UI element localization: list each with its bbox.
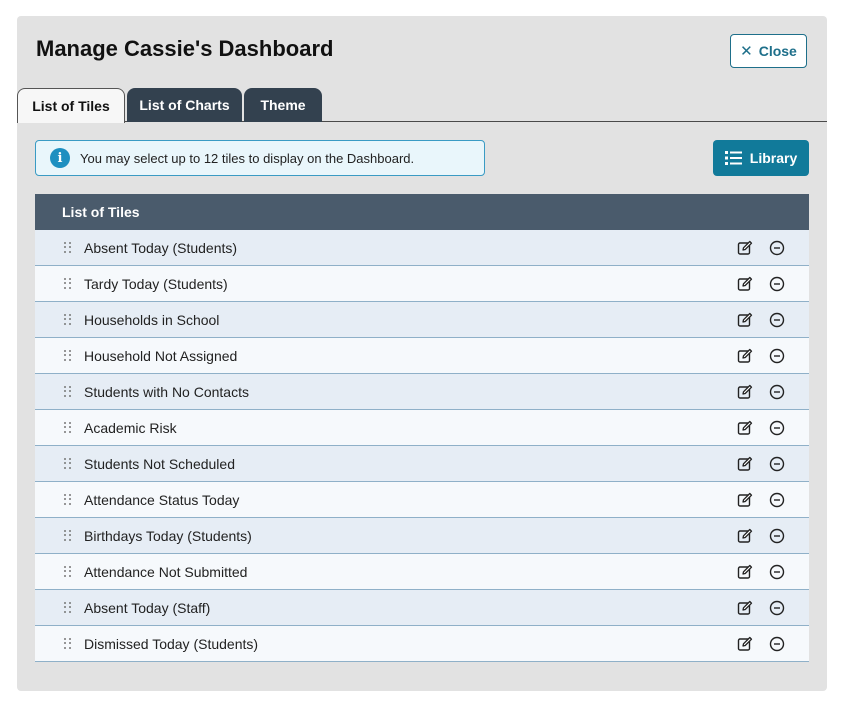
remove-icon[interactable] bbox=[769, 420, 785, 436]
drag-handle-icon[interactable] bbox=[64, 385, 72, 398]
remove-icon[interactable] bbox=[769, 636, 785, 652]
drag-handle-icon[interactable] bbox=[64, 493, 72, 506]
edit-icon[interactable] bbox=[737, 276, 753, 292]
close-icon: ✕ bbox=[740, 42, 753, 60]
library-button[interactable]: Library bbox=[713, 140, 809, 176]
edit-icon[interactable] bbox=[737, 600, 753, 616]
drag-handle-icon[interactable] bbox=[64, 457, 72, 470]
edit-icon[interactable] bbox=[737, 312, 753, 328]
remove-icon[interactable] bbox=[769, 528, 785, 544]
drag-handle-icon[interactable] bbox=[64, 421, 72, 434]
remove-icon[interactable] bbox=[769, 312, 785, 328]
list-item[interactable]: Students with No Contacts bbox=[35, 374, 809, 410]
list-item[interactable]: Students Not Scheduled bbox=[35, 446, 809, 482]
drag-handle-icon[interactable] bbox=[64, 241, 72, 254]
edit-icon[interactable] bbox=[737, 636, 753, 652]
list-item[interactable]: Academic Risk bbox=[35, 410, 809, 446]
remove-icon[interactable] bbox=[769, 564, 785, 580]
remove-icon[interactable] bbox=[769, 492, 785, 508]
tab-theme[interactable]: Theme bbox=[244, 88, 322, 122]
tile-label: Attendance Not Submitted bbox=[84, 563, 248, 580]
dashboard-dialog: Manage Cassie's Dashboard ✕ Close List o… bbox=[17, 16, 827, 691]
info-banner: i You may select up to 12 tiles to displ… bbox=[35, 140, 485, 176]
list-icon bbox=[724, 151, 742, 165]
list-item[interactable]: Attendance Not Submitted bbox=[35, 554, 809, 590]
tile-label: Absent Today (Students) bbox=[84, 239, 238, 256]
remove-icon[interactable] bbox=[769, 600, 785, 616]
remove-icon[interactable] bbox=[769, 384, 785, 400]
edit-icon[interactable] bbox=[737, 348, 753, 364]
tab-list-of-tiles[interactable]: List of Tiles bbox=[17, 88, 125, 123]
edit-icon[interactable] bbox=[737, 420, 753, 436]
list-item[interactable]: Attendance Status Today bbox=[35, 482, 809, 518]
tile-label: Dismissed Today (Students) bbox=[84, 635, 259, 652]
info-text: You may select up to 12 tiles to display… bbox=[80, 150, 415, 166]
drag-handle-icon[interactable] bbox=[64, 601, 72, 614]
edit-icon[interactable] bbox=[737, 528, 753, 544]
list-item[interactable]: Tardy Today (Students) bbox=[35, 266, 809, 302]
tile-label: Tardy Today (Students) bbox=[84, 275, 228, 292]
tile-label: Household Not Assigned bbox=[84, 347, 238, 364]
close-label: Close bbox=[758, 43, 797, 59]
dialog-title: Manage Cassie's Dashboard bbox=[36, 36, 334, 61]
tab-list-of-charts[interactable]: List of Charts bbox=[127, 88, 242, 122]
close-button[interactable]: ✕ Close bbox=[730, 34, 807, 68]
remove-icon[interactable] bbox=[769, 348, 785, 364]
tile-label: Birthdays Today (Students) bbox=[84, 527, 252, 544]
drag-handle-icon[interactable] bbox=[64, 565, 72, 578]
remove-icon[interactable] bbox=[769, 276, 785, 292]
edit-icon[interactable] bbox=[737, 240, 753, 256]
tile-label: Households in School bbox=[84, 311, 220, 328]
tile-label: Attendance Status Today bbox=[84, 491, 240, 508]
drag-handle-icon[interactable] bbox=[64, 349, 72, 362]
drag-handle-icon[interactable] bbox=[64, 277, 72, 290]
drag-handle-icon[interactable] bbox=[64, 313, 72, 326]
edit-icon[interactable] bbox=[737, 492, 753, 508]
drag-handle-icon[interactable] bbox=[64, 637, 72, 650]
remove-icon[interactable] bbox=[769, 240, 785, 256]
tile-list: Absent Today (Students) Tardy Today (Stud… bbox=[35, 230, 809, 662]
remove-icon[interactable] bbox=[769, 456, 785, 472]
tile-label: Absent Today (Staff) bbox=[84, 599, 211, 616]
drag-handle-icon[interactable] bbox=[64, 529, 72, 542]
list-item[interactable]: Absent Today (Staff) bbox=[35, 590, 809, 626]
info-icon: i bbox=[50, 148, 70, 168]
table-header: List of Tiles bbox=[35, 194, 809, 230]
list-item[interactable]: Absent Today (Students) bbox=[35, 230, 809, 266]
tile-label: Academic Risk bbox=[84, 419, 177, 436]
tab-bar: List of Tiles List of Charts Theme bbox=[17, 88, 827, 123]
list-item[interactable]: Households in School bbox=[35, 302, 809, 338]
list-item[interactable]: Birthdays Today (Students) bbox=[35, 518, 809, 554]
tile-label: Students with No Contacts bbox=[84, 383, 249, 400]
edit-icon[interactable] bbox=[737, 456, 753, 472]
list-item[interactable]: Dismissed Today (Students) bbox=[35, 626, 809, 662]
tile-label: Students Not Scheduled bbox=[84, 455, 235, 472]
list-item[interactable]: Household Not Assigned bbox=[35, 338, 809, 374]
library-label: Library bbox=[749, 150, 798, 166]
edit-icon[interactable] bbox=[737, 384, 753, 400]
edit-icon[interactable] bbox=[737, 564, 753, 580]
